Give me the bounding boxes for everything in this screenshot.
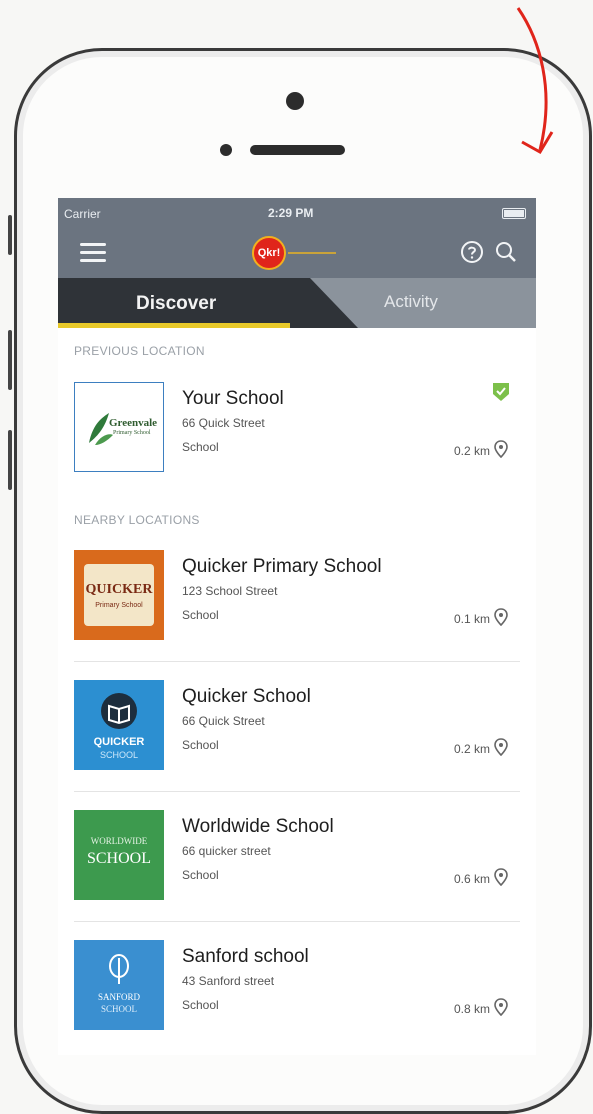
location-type: School — [182, 440, 219, 454]
school-address: 66 quicker street — [182, 844, 271, 858]
location-pin-icon — [494, 998, 508, 1016]
school-logo: SANFORD SCHOOL — [74, 940, 164, 1030]
annotation-arrow-icon — [516, 7, 554, 155]
school-logo: Greenvale Primary School — [74, 382, 164, 472]
tab-activity-label: Activity — [384, 292, 438, 311]
logo-subtext: SCHOOL — [86, 850, 151, 867]
phone-volume-up-button — [8, 330, 12, 390]
help-icon[interactable] — [460, 240, 484, 264]
clock-time: 2:29 PM — [268, 206, 314, 220]
tab-discover-label: Discover — [136, 293, 217, 314]
logo-decoration — [288, 252, 336, 254]
location-list: PREVIOUS LOCATION Greenvale Primary Scho… — [58, 328, 536, 1055]
logo-text: WORLDWIDE — [90, 836, 148, 846]
distance: 0.1 km — [453, 612, 490, 626]
location-pin-icon — [494, 868, 508, 886]
logo-text: Greenvale — [109, 417, 158, 429]
phone-side-button — [8, 215, 12, 255]
school-logo: QUICKER SCHOOL — [74, 680, 164, 770]
app-header: Qkr! — [58, 228, 536, 278]
location-pin-icon — [494, 738, 508, 756]
school-address: 66 Quick Street — [182, 714, 265, 728]
book-icon — [101, 693, 137, 729]
status-bar: Carrier 2:29 PM — [58, 198, 536, 228]
nearby-locations-header: NEARBY LOCATIONS — [74, 513, 200, 527]
distance: 0.8 km — [453, 1002, 490, 1016]
distance: 0.2 km — [453, 742, 490, 756]
battery-icon — [502, 208, 526, 219]
list-item[interactable]: Greenvale Primary School Your School 66 … — [74, 382, 520, 494]
location-type: School — [182, 998, 219, 1012]
school-address: 43 Sanford street — [182, 974, 275, 988]
phone-camera — [286, 92, 304, 110]
verified-badge-icon — [493, 383, 509, 401]
logo-text: QUICKER — [93, 736, 145, 748]
row-divider — [74, 661, 520, 662]
list-item[interactable]: WORLDWIDE SCHOOL Worldwide School 66 qui… — [74, 810, 520, 922]
location-pin-icon — [494, 440, 508, 458]
school-logo: QUICKER Primary School — [74, 550, 164, 640]
logo-subtext: Primary School — [113, 430, 151, 436]
logo-text: QUICKER — [85, 582, 153, 597]
search-icon[interactable] — [494, 240, 518, 264]
school-name: Quicker Primary School — [182, 556, 382, 577]
school-name: Worldwide School — [182, 816, 334, 837]
row-divider — [74, 791, 520, 792]
location-type: School — [182, 738, 219, 752]
phone-front-sensor — [220, 144, 232, 156]
tab-bar: Discover Activity — [58, 278, 536, 328]
school-logo: WORLDWIDE SCHOOL — [74, 810, 164, 900]
row-divider — [74, 921, 520, 922]
list-item[interactable]: SANFORD SCHOOL Sanford school 43 Sanford… — [74, 940, 520, 1052]
sanford-emblem-icon — [109, 954, 129, 984]
list-item[interactable]: QUICKER SCHOOL Quicker School 66 Quick S… — [74, 680, 520, 792]
distance: 0.2 km — [453, 444, 490, 458]
school-name: Quicker School — [182, 686, 311, 707]
location-pin-icon — [494, 608, 508, 626]
school-name: Sanford school — [182, 946, 309, 967]
tab-activity[interactable]: Activity — [358, 278, 536, 328]
location-type: School — [182, 868, 219, 882]
app-screen: Carrier 2:29 PM Qkr! Discover Activity P… — [58, 198, 536, 1055]
logo-subtext: SCHOOL — [99, 750, 138, 760]
previous-location-header: PREVIOUS LOCATION — [74, 344, 205, 358]
menu-icon[interactable] — [80, 243, 106, 263]
distance: 0.6 km — [453, 872, 490, 886]
logo-text: SANFORD — [97, 992, 140, 1002]
tab-discover[interactable]: Discover — [58, 278, 358, 328]
phone-volume-down-button — [8, 430, 12, 490]
list-item[interactable]: QUICKER Primary School Quicker Primary S… — [74, 550, 520, 662]
school-address: 123 School Street — [182, 584, 278, 598]
logo-subtext: Primary School — [95, 602, 143, 609]
carrier-label: Carrier — [64, 207, 101, 221]
phone-speaker — [250, 145, 345, 155]
app-logo: Qkr! — [252, 236, 286, 270]
school-name: Your School — [182, 388, 284, 409]
school-address: 66 Quick Street — [182, 416, 265, 430]
logo-subtext: SCHOOL — [100, 1004, 137, 1014]
location-type: School — [182, 608, 219, 622]
